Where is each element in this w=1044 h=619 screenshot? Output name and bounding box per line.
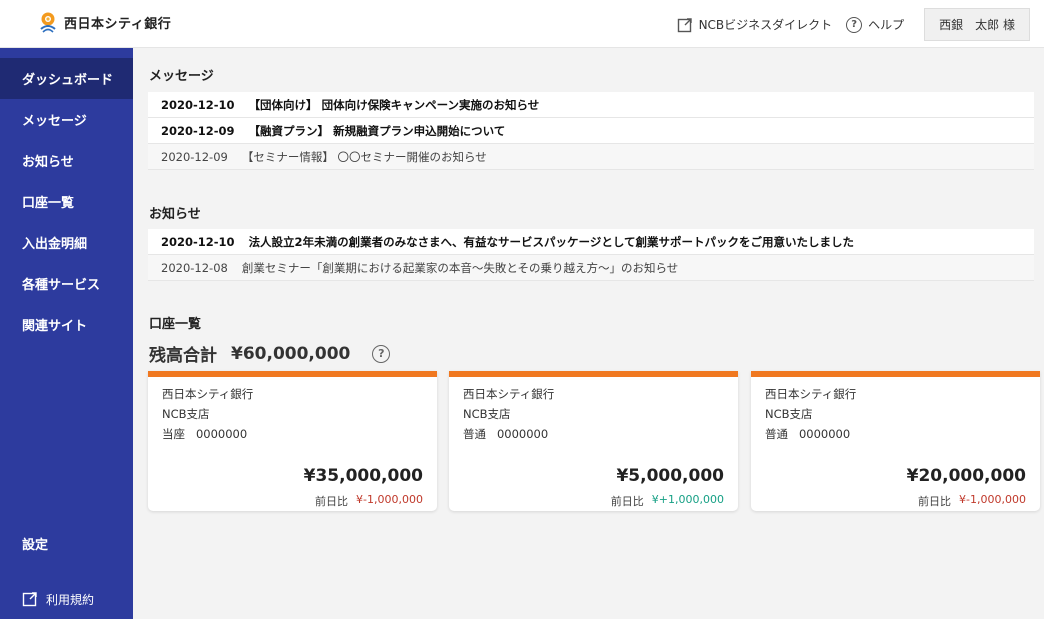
account-type: 普通: [463, 427, 486, 441]
notice-row[interactable]: 2020-12-08 創業セミナー「創業期における起業家の本音～失敗とその乗り越…: [148, 255, 1034, 281]
balance-total-value: ¥60,000,000: [231, 343, 351, 364]
terms-label: 利用規約: [46, 592, 95, 607]
message-row[interactable]: 2020-12-09 【融資プラン】 新規融資プラン申込開始について: [148, 118, 1034, 144]
account-branch: NCB支店: [162, 407, 210, 421]
account-card[interactable]: 西日本シティ銀行 NCB支店 当座 0000000 ¥35,000,000 前日…: [148, 371, 437, 511]
notice-row[interactable]: 2020-12-10 法人設立2年未満の創業者のみなさまへ、有益なサービスパッケ…: [148, 229, 1034, 255]
compare-label: 前日比: [610, 495, 644, 508]
compare-label: 前日比: [918, 495, 952, 508]
balance-total: 残高合計 ¥60,000,000 ?: [149, 341, 391, 366]
accounts-title: 口座一覧: [149, 317, 202, 332]
account-type: 普通: [765, 427, 788, 441]
account-bank: 西日本シティ銀行: [463, 387, 555, 401]
account-compare: 前日比 ¥-1,000,000: [315, 493, 423, 509]
header-actions: NCBビジネスダイレクト ? ヘルプ 西銀 太郎 様: [677, 8, 1030, 41]
message-text: 【融資プラン】 新規融資プラン申込開始について: [248, 123, 506, 138]
sidebar-footer: 設定 利用規約: [0, 523, 133, 619]
account-type-number: 普通 0000000: [463, 426, 548, 442]
help-label: ヘルプ: [868, 18, 905, 32]
account-balance: ¥5,000,000: [616, 466, 724, 486]
message-date: 2020-12-09: [161, 123, 235, 138]
notice-text: 法人設立2年未満の創業者のみなさまへ、有益なサービスパッケージとして創業サポート…: [248, 234, 854, 249]
balance-total-label: 残高合計: [149, 346, 217, 366]
top-header: 西日本シティ銀行 NCBビジネスダイレクト ? ヘルプ 西銀 太郎 様: [0, 0, 1044, 48]
account-branch: NCB支店: [463, 407, 511, 421]
bank-logo[interactable]: 西日本シティ銀行: [38, 11, 171, 33]
user-menu[interactable]: 西銀 太郎 様: [924, 8, 1030, 41]
help-icon: ?: [846, 16, 863, 33]
notice-date: 2020-12-10: [161, 234, 235, 249]
sidebar-item-notices[interactable]: お知らせ: [0, 140, 133, 181]
account-number: 0000000: [798, 427, 851, 441]
external-link-icon: [677, 17, 692, 32]
messages-title: メッセージ: [149, 69, 214, 84]
account-compare: 前日比 ¥+1,000,000: [611, 493, 724, 509]
message-date: 2020-12-10: [161, 97, 235, 112]
ncb-direct-label: NCBビジネスダイレクト: [698, 18, 833, 32]
account-branch: NCB支店: [765, 407, 813, 421]
sidebar-item-related-sites[interactable]: 関連サイト: [0, 304, 133, 345]
notices-title: お知らせ: [149, 207, 201, 222]
terms-link[interactable]: 利用規約: [0, 579, 133, 619]
external-link-icon: [22, 592, 37, 607]
account-type: 当座: [162, 427, 185, 441]
notice-text: 創業セミナー「創業期における起業家の本音～失敗とその乗り越え方～」のお知らせ: [241, 260, 679, 275]
notices-list: 2020-12-10 法人設立2年未満の創業者のみなさまへ、有益なサービスパッケ…: [148, 229, 1034, 281]
account-type-number: 普通 0000000: [765, 426, 850, 442]
sidebar-item-transactions[interactable]: 入出金明細: [0, 222, 133, 263]
message-text: 【団体向け】 団体向け保険キャンペーン実施のお知らせ: [248, 97, 540, 112]
account-number: 0000000: [496, 427, 549, 441]
account-type-number: 当座 0000000: [162, 426, 247, 442]
account-card[interactable]: 西日本シティ銀行 NCB支店 普通 0000000 ¥5,000,000 前日比…: [449, 371, 738, 511]
account-balance: ¥20,000,000: [906, 466, 1026, 486]
messages-list: 2020-12-10 【団体向け】 団体向け保険キャンペーン実施のお知らせ 20…: [148, 92, 1034, 170]
bank-logo-icon: [40, 12, 56, 33]
compare-label: 前日比: [315, 495, 349, 508]
sidebar-item-accounts[interactable]: 口座一覧: [0, 181, 133, 222]
account-balance: ¥35,000,000: [303, 466, 423, 486]
message-date: 2020-12-09: [161, 149, 228, 164]
sidebar-item-services[interactable]: 各種サービス: [0, 263, 133, 304]
sidebar: ダッシュボード メッセージ お知らせ 口座一覧 入出金明細 各種サービス 関連サ…: [0, 48, 133, 619]
help-icon[interactable]: ?: [372, 344, 391, 363]
message-text: 【セミナー情報】 〇〇セミナー開催のお知らせ: [241, 149, 487, 164]
sidebar-item-settings[interactable]: 設定: [0, 523, 133, 563]
account-bank: 西日本シティ銀行: [162, 387, 254, 401]
help-link[interactable]: ? ヘルプ: [846, 16, 904, 33]
compare-value: ¥-1,000,000: [356, 493, 423, 506]
sidebar-item-dashboard[interactable]: ダッシュボード: [0, 58, 133, 99]
account-bank: 西日本シティ銀行: [765, 387, 857, 401]
sidebar-item-messages[interactable]: メッセージ: [0, 99, 133, 140]
account-compare: 前日比 ¥-1,000,000: [918, 493, 1026, 509]
main-content: メッセージ 2020-12-10 【団体向け】 団体向け保険キャンペーン実施のお…: [133, 48, 1044, 619]
message-row[interactable]: 2020-12-09 【セミナー情報】 〇〇セミナー開催のお知らせ: [148, 144, 1034, 170]
message-row[interactable]: 2020-12-10 【団体向け】 団体向け保険キャンペーン実施のお知らせ: [148, 92, 1034, 118]
bank-name: 西日本シティ銀行: [64, 16, 172, 32]
compare-value: ¥+1,000,000: [651, 493, 724, 506]
account-card[interactable]: 西日本シティ銀行 NCB支店 普通 0000000 ¥20,000,000 前日…: [751, 371, 1040, 511]
notice-date: 2020-12-08: [161, 260, 228, 275]
compare-value: ¥-1,000,000: [959, 493, 1026, 506]
ncb-direct-link[interactable]: NCBビジネスダイレクト: [677, 16, 833, 33]
account-number: 0000000: [195, 427, 248, 441]
